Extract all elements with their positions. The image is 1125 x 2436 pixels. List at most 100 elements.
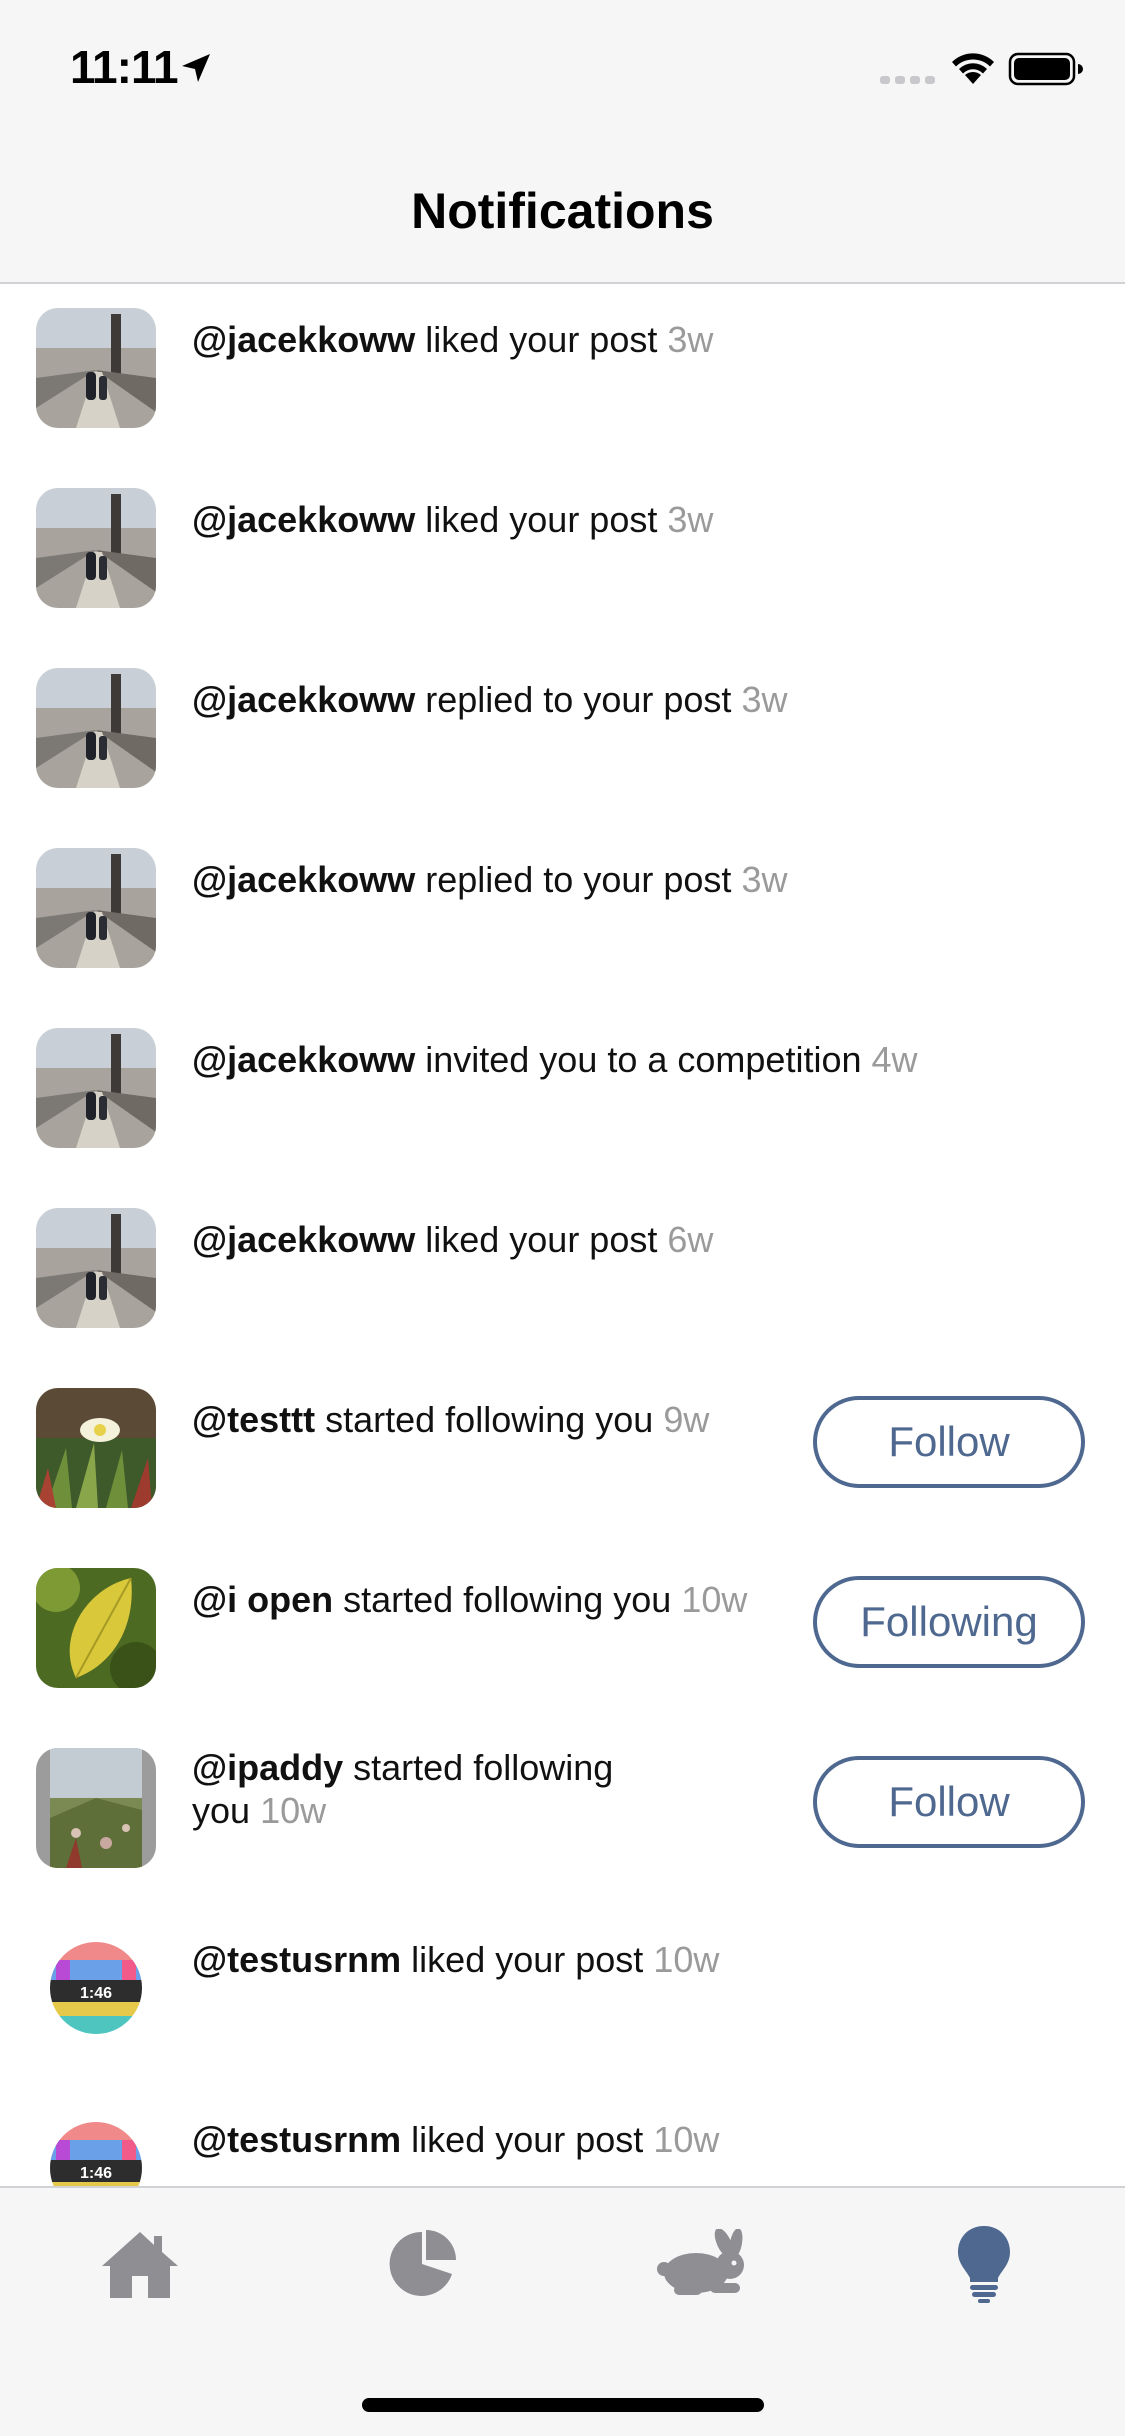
battery-icon xyxy=(1008,52,1083,86)
bridge-photo-icon xyxy=(36,308,156,428)
notification-row[interactable]: @jacekkoww liked your post 6w xyxy=(0,1196,1125,1376)
notification-row[interactable]: @i open started following you 10w Follow… xyxy=(0,1556,1125,1736)
username-link[interactable]: @jacekkoww xyxy=(192,679,415,720)
notification-time: 4w xyxy=(871,1039,918,1080)
user-avatar[interactable] xyxy=(36,668,156,788)
user-avatar[interactable]: 1:46 xyxy=(36,2108,156,2186)
user-avatar[interactable] xyxy=(36,848,156,968)
notification-row[interactable]: @jacekkoww invited you to a competition … xyxy=(0,1016,1125,1196)
tab-rabbit[interactable] xyxy=(644,2214,764,2314)
bridge-photo-icon xyxy=(36,848,156,968)
wifi-icon xyxy=(952,53,994,84)
succulent-photo-icon xyxy=(36,1748,156,1868)
user-avatar[interactable] xyxy=(36,1568,156,1688)
notification-action: liked your post xyxy=(425,319,658,360)
notification-time: 3w xyxy=(667,319,714,360)
username-link[interactable]: @testusrnm xyxy=(192,1939,401,1980)
notification-text: @jacekkoww liked your post 3w xyxy=(192,318,1072,362)
notification-time: 3w xyxy=(667,499,714,540)
bridge-photo-icon xyxy=(36,488,156,608)
notification-text: @jacekkoww replied to your post 3w xyxy=(192,678,1072,722)
user-avatar[interactable] xyxy=(36,308,156,428)
notification-action-continued: you xyxy=(192,1790,251,1831)
status-time: 11:11 xyxy=(70,41,179,93)
tab-home[interactable] xyxy=(80,2214,200,2314)
username-link[interactable]: @jacekkoww xyxy=(192,859,415,900)
notification-text: @testusrnm liked your post 10w xyxy=(192,1938,1072,1982)
notification-row[interactable]: @jacekkoww liked your post 3w xyxy=(0,296,1125,476)
notification-text: @testtt started following you 9w xyxy=(192,1398,792,1442)
bridge-photo-icon xyxy=(36,668,156,788)
notification-text: @i open started following you 10w xyxy=(192,1578,792,1622)
follow-button[interactable]: Follow xyxy=(813,1396,1085,1488)
notification-row[interactable]: @jacekkoww liked your post 3w xyxy=(0,476,1125,656)
notification-action: replied to your post xyxy=(425,859,732,900)
home-icon xyxy=(102,2232,178,2298)
notification-action: started following you xyxy=(325,1399,654,1440)
notification-time: 10w xyxy=(260,1790,327,1831)
test-pattern-text: 1:46 xyxy=(80,1985,112,2002)
notification-row[interactable]: @jacekkoww replied to your post 3w xyxy=(0,656,1125,836)
user-avatar[interactable] xyxy=(36,1748,156,1868)
leaf-photo-icon xyxy=(36,1568,156,1688)
notification-row[interactable]: @testtt started following you 9w Follow xyxy=(0,1376,1125,1556)
notification-time: 10w xyxy=(653,1939,720,1980)
page-title: Notifications xyxy=(411,183,714,239)
notification-action: liked your post xyxy=(411,1939,644,1980)
user-avatar[interactable] xyxy=(36,1208,156,1328)
notification-text: @jacekkoww invited you to a competition … xyxy=(192,1038,1072,1082)
following-button[interactable]: Following xyxy=(813,1576,1085,1668)
lightbulb-icon xyxy=(958,2226,1010,2303)
notification-text: @ipaddy started following you 10w xyxy=(192,1746,662,1832)
notification-action: replied to your post xyxy=(425,679,732,720)
follow-button[interactable]: Follow xyxy=(813,1756,1085,1848)
username-link[interactable]: @jacekkoww xyxy=(192,1039,415,1080)
test-pattern-icon: 1:46 xyxy=(36,1928,156,2048)
test-pattern-text: 1:46 xyxy=(80,2165,112,2182)
header: 11:11 Notifications xyxy=(0,0,1125,284)
notification-action: invited you to a competition xyxy=(425,1039,862,1080)
flower-photo-icon xyxy=(36,1388,156,1508)
pie-chart-icon xyxy=(389,2230,456,2296)
notification-list[interactable]: @jacekkoww liked your post 3w @jacekkoww… xyxy=(0,284,1125,2186)
user-avatar[interactable] xyxy=(36,488,156,608)
user-avatar[interactable]: 1:46 xyxy=(36,1928,156,2048)
notification-text: @testusrnm liked your post 10w xyxy=(192,2118,1072,2162)
notification-time: 3w xyxy=(741,859,788,900)
notification-time: 3w xyxy=(741,679,788,720)
notification-action: liked your post xyxy=(411,2119,644,2160)
notification-time: 9w xyxy=(663,1399,710,1440)
notification-action: liked your post xyxy=(425,1219,658,1260)
username-link[interactable]: @i open xyxy=(192,1579,333,1620)
notification-action: started following xyxy=(353,1747,614,1788)
notification-row[interactable]: @jacekkoww replied to your post 3w xyxy=(0,836,1125,1016)
username-link[interactable]: @jacekkoww xyxy=(192,499,415,540)
username-link[interactable]: @jacekkoww xyxy=(192,1219,415,1260)
notification-text: @jacekkoww liked your post 3w xyxy=(192,498,1072,542)
notification-action: liked your post xyxy=(425,499,658,540)
notification-action: started following you xyxy=(343,1579,672,1620)
username-link[interactable]: @jacekkoww xyxy=(192,319,415,360)
user-avatar[interactable] xyxy=(36,1388,156,1508)
user-avatar[interactable] xyxy=(36,1028,156,1148)
notification-row[interactable]: 1:46 @testusrnm liked your post 10w xyxy=(0,2096,1125,2186)
notification-time: 10w xyxy=(653,2119,720,2160)
notification-row[interactable]: 1:46 @testusrnm liked your post 10w xyxy=(0,1916,1125,2096)
notification-text: @jacekkoww liked your post 6w xyxy=(192,1218,1072,1262)
notification-time: 6w xyxy=(667,1219,714,1260)
bridge-photo-icon xyxy=(36,1208,156,1328)
username-link[interactable]: @ipaddy xyxy=(192,1747,343,1788)
notification-time: 10w xyxy=(681,1579,748,1620)
tab-stats[interactable] xyxy=(362,2214,482,2314)
rabbit-icon xyxy=(657,2229,744,2295)
test-pattern-icon: 1:46 xyxy=(36,2108,156,2186)
cellular-signal-icon xyxy=(880,76,935,84)
notification-text: @jacekkoww replied to your post 3w xyxy=(192,858,1072,902)
location-arrow-icon xyxy=(182,54,210,82)
tab-ideas[interactable] xyxy=(924,2214,1044,2314)
username-link[interactable]: @testtt xyxy=(192,1399,315,1440)
username-link[interactable]: @testusrnm xyxy=(192,2119,401,2160)
notification-row[interactable]: @ipaddy started following you 10w Follow xyxy=(0,1736,1125,1916)
bridge-photo-icon xyxy=(36,1028,156,1148)
home-indicator[interactable] xyxy=(362,2398,764,2412)
